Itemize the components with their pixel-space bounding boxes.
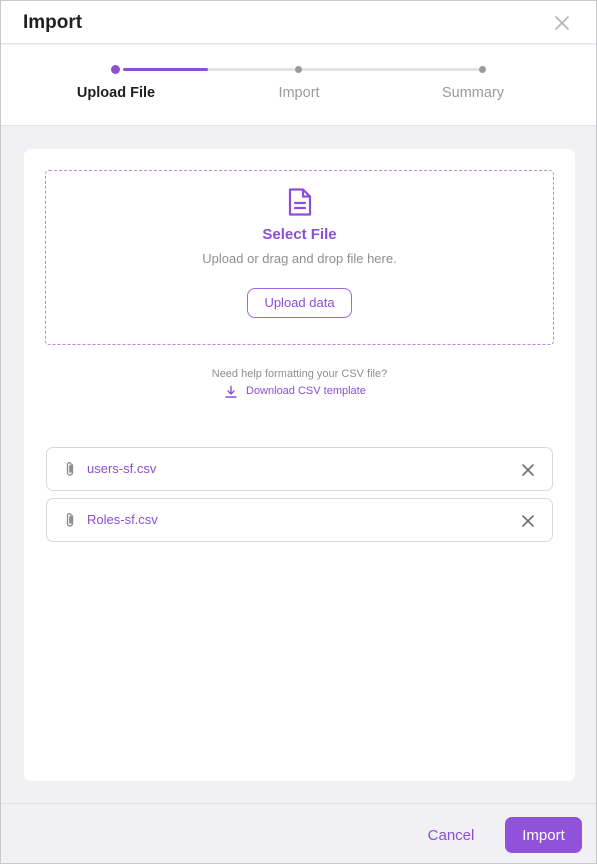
- remove-file-button[interactable]: [520, 513, 536, 529]
- paperclip-icon: [66, 513, 74, 527]
- step-label-summary: Summary: [441, 85, 505, 101]
- dialog-footer: Cancel Import: [1, 803, 596, 863]
- stepper-progress-track: [208, 68, 484, 71]
- step-dot-summary: [479, 66, 486, 73]
- file-dropzone[interactable]: Select File Upload or drag and drop file…: [45, 170, 554, 345]
- step-label-upload-file: Upload File: [76, 85, 156, 101]
- dropzone-subtitle: Upload or drag and drop file here.: [202, 251, 397, 266]
- dialog-title: Import: [23, 12, 83, 33]
- cancel-button[interactable]: Cancel: [415, 817, 487, 853]
- close-button[interactable]: [553, 14, 571, 32]
- import-dialog: Import Upload File Import Summary Select…: [0, 0, 597, 864]
- step-label-import: Import: [278, 85, 320, 101]
- file-item: Roles-sf.csv: [46, 498, 553, 542]
- file-name[interactable]: Roles-sf.csv: [87, 512, 158, 527]
- import-button[interactable]: Import: [505, 817, 582, 853]
- download-icon: [225, 385, 237, 398]
- step-dot-import: [295, 66, 302, 73]
- download-template-label: Download CSV template: [246, 385, 366, 397]
- file-item: users-sf.csv: [46, 447, 553, 491]
- stepper: Upload File Import Summary: [1, 45, 596, 126]
- close-icon: [555, 16, 569, 30]
- template-help-text: Need help formatting your CSV file?: [211, 368, 388, 380]
- close-icon: [522, 464, 534, 476]
- dropzone-title: Select File: [262, 226, 337, 243]
- remove-file-button[interactable]: [520, 462, 536, 478]
- file-name[interactable]: users-sf.csv: [87, 461, 156, 476]
- step-dot-upload-file: [111, 65, 120, 74]
- dialog-header: Import: [1, 1, 596, 44]
- file-text-icon: [288, 188, 312, 216]
- upload-data-button[interactable]: Upload data: [247, 288, 352, 318]
- paperclip-icon: [66, 462, 74, 476]
- stepper-progress-active: [123, 68, 208, 71]
- upload-card: Select File Upload or drag and drop file…: [24, 149, 575, 781]
- close-icon: [522, 515, 534, 527]
